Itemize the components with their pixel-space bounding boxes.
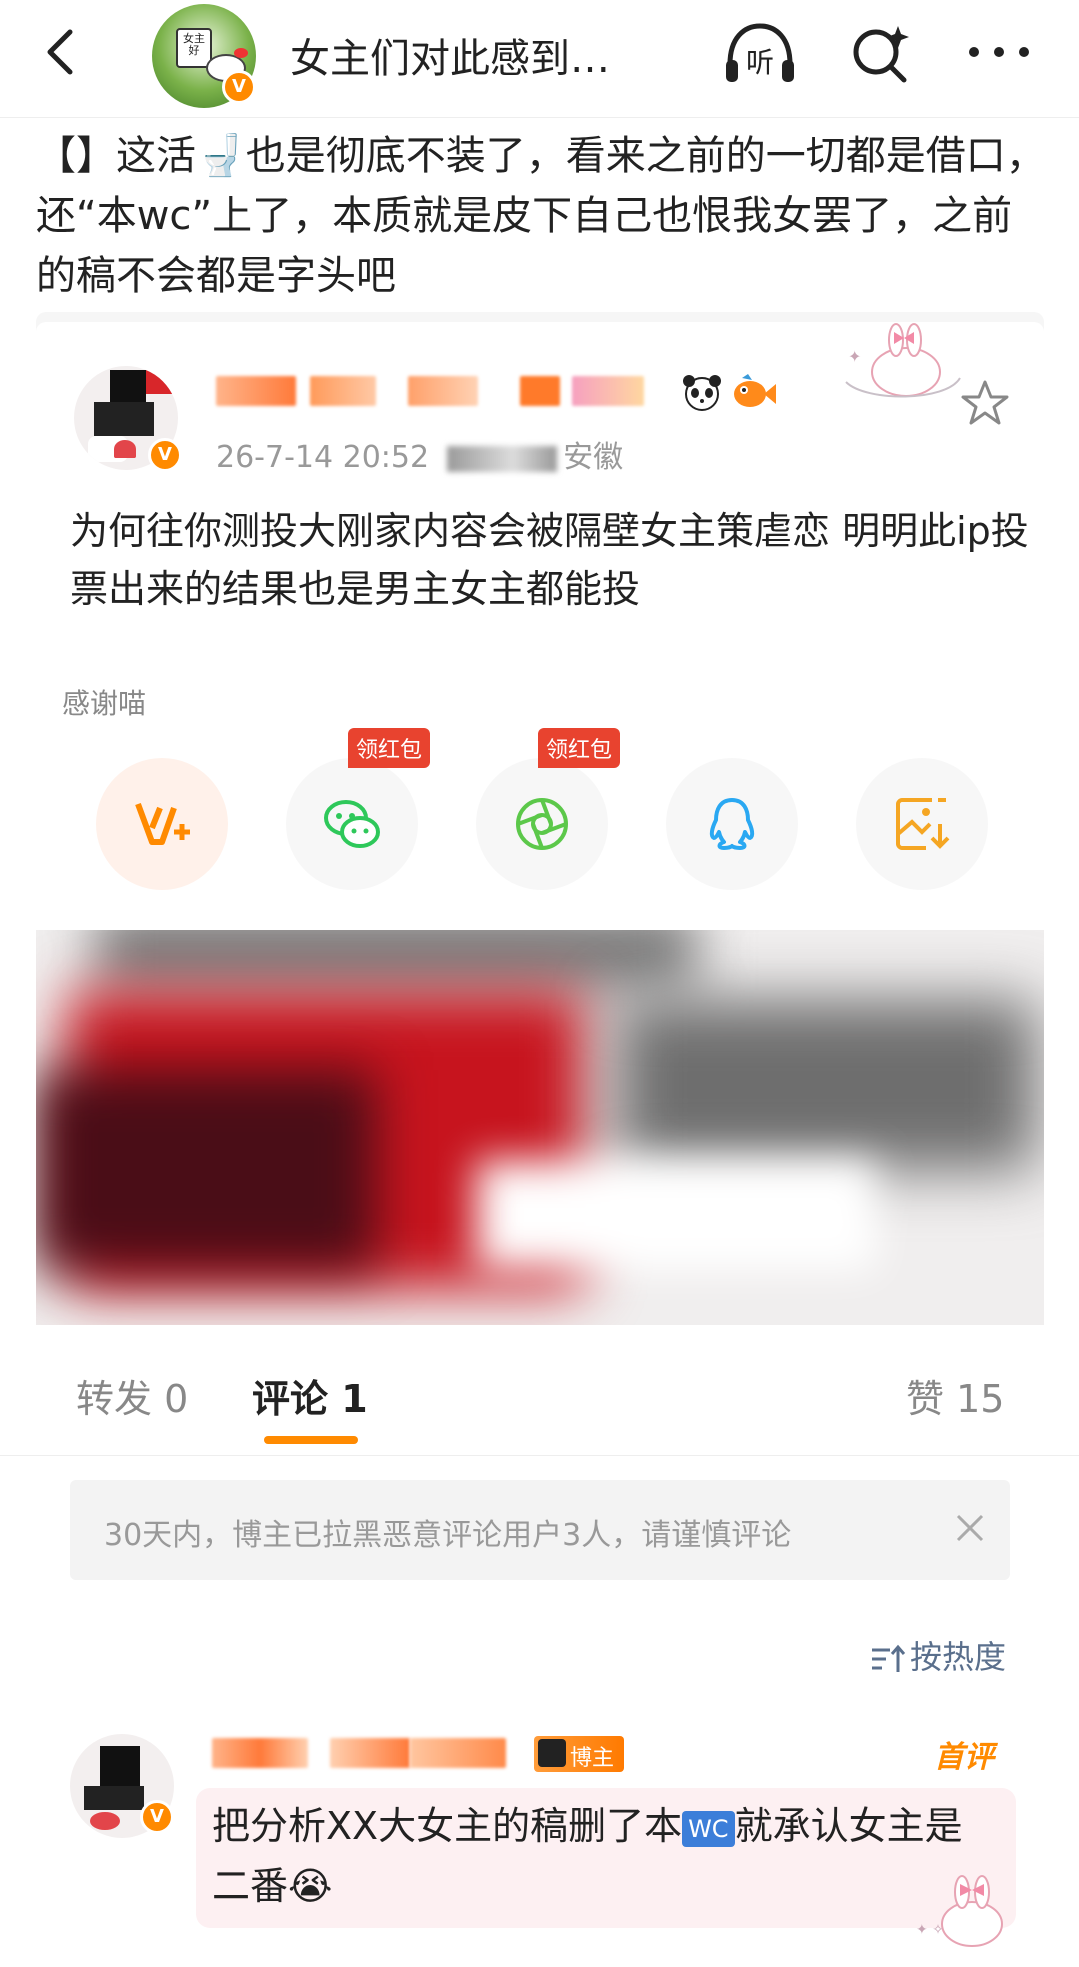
repost-timestamp: 26-7-14 20:52 [216, 440, 430, 475]
vplus-icon [135, 802, 190, 845]
blurred-commenter-name[interactable] [212, 1738, 308, 1768]
verified-badge-icon: V [148, 438, 182, 472]
user-medal [572, 376, 644, 406]
vplus-share-button[interactable] [96, 758, 228, 890]
wc-emoji-chip: WC [682, 1810, 735, 1847]
blurred-username[interactable] [216, 376, 296, 406]
share-row: 领红包 领红包 [96, 728, 996, 894]
wechat-share-button[interactable]: 领红包 [286, 728, 431, 890]
sort-label: 按热度 [910, 1638, 1007, 1676]
tab-like[interactable]: 赞 15 [906, 1368, 1004, 1423]
moments-icon [516, 798, 568, 850]
blurred-username [310, 376, 376, 406]
blurred-commenter-name [410, 1738, 506, 1768]
save-image-icon [896, 798, 950, 850]
top-bar: 女主好 V 女主们对此感到… 听 [0, 0, 1079, 118]
close-icon[interactable] [950, 1508, 990, 1548]
blurred-commenter-name [330, 1738, 410, 1768]
blogger-badge: 博主 [534, 1736, 625, 1772]
tab-comment[interactable]: 评论 1 [252, 1368, 368, 1423]
blacklist-notice: 30天内，博主已拉黑恶意评论用户3人，请谨慎评论 [70, 1480, 1010, 1580]
comment-text: 把分析XX大女主的稿删了本 WC 就承认女主是二番😭 [212, 1796, 972, 1916]
attached-image-blurred[interactable] [36, 930, 1044, 1325]
page-title: 女主们对此感到… [290, 36, 610, 82]
blurred-username [520, 376, 560, 406]
post-text: 【】这活🚽也是彻底不装了，看来之前的一切都是借口，还“本wc”上了，本质就是皮下… [36, 133, 1046, 299]
notice-text: 30天内，博主已拉黑恶意评论用户3人，请谨慎评论 [104, 1518, 792, 1553]
repost-meta: 26-7-14 20:52 安徽 [216, 432, 623, 476]
active-tab-indicator [264, 1436, 358, 1444]
thanks-label: 感谢喵 [62, 687, 147, 720]
favorite-star-icon[interactable] [960, 378, 1010, 428]
red-packet-badge: 领红包 [348, 728, 431, 768]
blogger-badge-label: 博主 [570, 1746, 615, 1771]
svg-text:听: 听 [746, 46, 774, 79]
sort-icon [872, 1644, 906, 1672]
moments-share-button[interactable]: 领红包 [476, 728, 621, 890]
red-packet-badge: 领红包 [538, 728, 621, 768]
bunny-decoration-icon: ✦ [845, 323, 961, 398]
svg-text:✦ ✧: ✦ ✧ [916, 1922, 944, 1938]
svg-text:✦: ✦ [848, 347, 861, 366]
repost-text: 为何往你测投大刚家内容会被隔壁女主策虐恋 明明此ip投票出来的结果也是男主女主都… [70, 509, 1029, 611]
comment-text-part1: 把分析XX大女主的稿删了本 [212, 1804, 683, 1848]
save-image-button[interactable] [856, 758, 988, 890]
fish-icon [734, 374, 776, 407]
blogger-crown-icon [538, 1739, 566, 1767]
qq-penguin-icon [709, 798, 755, 850]
wechat-icon [324, 800, 380, 848]
more-options-icon[interactable] [964, 32, 1034, 72]
bunny-decoration-icon: ✦ ✧ [916, 1875, 1003, 1947]
search-icon[interactable] [848, 22, 912, 86]
repost-location: 安徽 [563, 440, 624, 475]
first-comment-tag: 首评 [934, 1740, 994, 1775]
back-arrow-icon[interactable] [36, 26, 88, 78]
panda-icon [683, 375, 721, 411]
qq-share-button[interactable] [666, 758, 798, 890]
blurred-source [447, 445, 558, 472]
sort-by-hotness[interactable]: 按热度 [870, 1632, 1006, 1678]
verified-badge-icon: V [222, 70, 256, 104]
verified-badge-icon: V [140, 1800, 174, 1834]
blurred-username [408, 376, 478, 406]
interaction-tabs: 转发 0 评论 1 赞 15 [0, 1356, 1079, 1456]
listen-headphone-icon[interactable]: 听 [720, 20, 800, 88]
tab-repost[interactable]: 转发 0 [76, 1368, 188, 1423]
